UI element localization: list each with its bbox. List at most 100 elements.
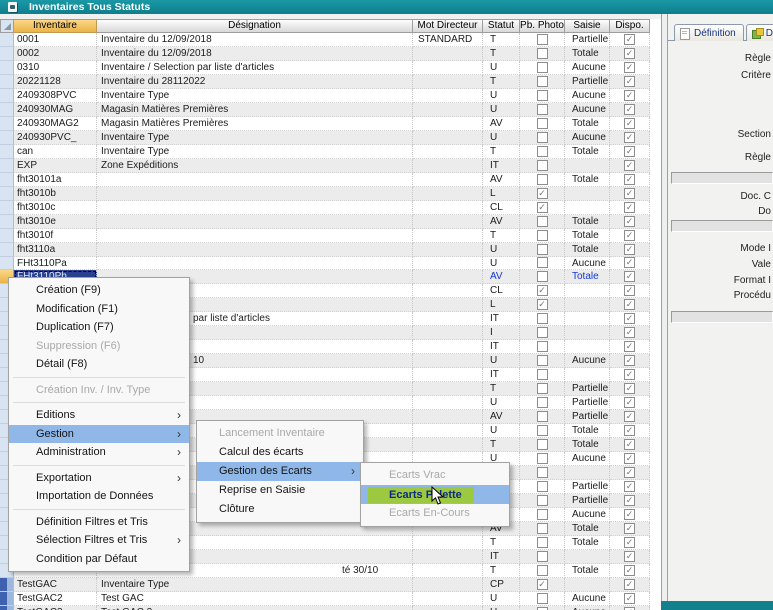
cell-statut[interactable]: T (483, 229, 520, 243)
cell-designation[interactable] (97, 173, 413, 187)
dispo-checkbox[interactable] (624, 537, 635, 548)
cell-designation[interactable]: Inventaire / Selection par liste d'artic… (97, 61, 413, 75)
dispo-checkbox[interactable] (624, 62, 635, 73)
cell-inventaire[interactable]: 20221128 (14, 75, 97, 89)
cell-dispo[interactable] (610, 396, 650, 410)
dispo-checkbox[interactable] (624, 174, 635, 185)
table-row[interactable]: EXPZone ExpéditionsIT (0, 159, 650, 173)
tab-definition[interactable]: Définition (674, 24, 744, 41)
cell-mot-directeur[interactable] (413, 368, 483, 382)
cell-pb-photo[interactable] (520, 522, 565, 536)
cell-statut[interactable]: U (483, 61, 520, 75)
cell-statut[interactable]: U (483, 257, 520, 271)
cell-statut[interactable]: U (483, 131, 520, 145)
dispo-checkbox[interactable] (624, 34, 635, 45)
column-header-mot-directeur[interactable]: Mot Directeur (413, 19, 483, 33)
cell-designation[interactable]: Magasin Matières Premières (97, 117, 413, 131)
cell-saisie[interactable]: Totale (565, 270, 610, 284)
cell-saisie[interactable] (565, 284, 610, 298)
select-all-corner[interactable] (0, 19, 14, 33)
cell-dispo[interactable] (610, 75, 650, 89)
cell-saisie[interactable]: Totale (565, 243, 610, 257)
cell-dispo[interactable] (610, 508, 650, 522)
pb-photo-checkbox[interactable] (537, 481, 548, 492)
row-selector[interactable] (0, 187, 14, 201)
cell-saisie[interactable]: Aucune (565, 89, 610, 103)
cell-pb-photo[interactable] (520, 340, 565, 354)
cell-pb-photo[interactable] (520, 187, 565, 201)
menu-item-modification-f1[interactable]: Modification (F1) (9, 300, 189, 319)
cell-dispo[interactable] (610, 270, 650, 284)
cell-designation[interactable] (97, 187, 413, 201)
row-selector[interactable] (0, 89, 14, 103)
cell-pb-photo[interactable] (520, 173, 565, 187)
cell-dispo[interactable] (610, 284, 650, 298)
cell-pb-photo[interactable] (520, 117, 565, 131)
cell-saisie[interactable]: Partielle (565, 75, 610, 89)
cell-dispo[interactable] (610, 145, 650, 159)
pb-photo-checkbox[interactable] (537, 230, 548, 241)
pb-photo-checkbox[interactable] (537, 76, 548, 87)
row-selector[interactable] (0, 592, 14, 606)
row-selector[interactable] (0, 33, 14, 47)
cell-saisie[interactable]: Partielle (565, 382, 610, 396)
cell-mot-directeur[interactable] (413, 578, 483, 592)
cell-designation[interactable]: Test GAC (97, 592, 413, 606)
cell-dispo[interactable] (610, 187, 650, 201)
cell-dispo[interactable] (610, 578, 650, 592)
menu-item-s-lection-filtres-et-tris[interactable]: Sélection Filtres et Tris› (9, 531, 189, 550)
menu-item-gestion-des-ecarts[interactable]: Gestion des Ecarts› (197, 462, 363, 481)
cell-saisie[interactable]: Aucune (565, 354, 610, 368)
panel-splitter[interactable] (661, 14, 668, 610)
cell-dispo[interactable] (610, 564, 650, 578)
cell-saisie[interactable] (565, 298, 610, 312)
menu-item-d-finition-filtres-et-tris[interactable]: Définition Filtres et Tris (9, 513, 189, 532)
cell-mot-directeur[interactable] (413, 592, 483, 606)
cell-pb-photo[interactable] (520, 33, 565, 47)
menu-item-d-tail-f8[interactable]: Détail (F8) (9, 355, 189, 374)
cell-mot-directeur[interactable] (413, 270, 483, 284)
pb-photo-checkbox[interactable] (537, 299, 548, 310)
dispo-checkbox[interactable] (624, 411, 635, 422)
row-selector[interactable] (0, 215, 14, 229)
cell-statut[interactable]: AV (483, 117, 520, 131)
dispo-checkbox[interactable] (624, 271, 635, 282)
cell-inventaire[interactable]: fht3010f (14, 229, 97, 243)
cell-statut[interactable]: U (483, 424, 520, 438)
cell-pb-photo[interactable] (520, 536, 565, 550)
pb-photo-checkbox[interactable] (537, 146, 548, 157)
cell-pb-photo[interactable] (520, 466, 565, 480)
cell-dispo[interactable] (610, 229, 650, 243)
cell-saisie[interactable]: Aucune (565, 257, 610, 271)
cell-dispo[interactable] (610, 243, 650, 257)
cell-designation[interactable]: Inventaire Type (97, 89, 413, 103)
cell-pb-photo[interactable] (520, 508, 565, 522)
menu-item-editions[interactable]: Editions› (9, 406, 189, 425)
dispo-checkbox[interactable] (624, 104, 635, 115)
dispo-checkbox[interactable] (624, 244, 635, 255)
column-header-designation[interactable]: Désignation (97, 19, 413, 33)
menu-item-gestion[interactable]: Gestion› (9, 425, 189, 444)
menu-item-calcul-des-carts[interactable]: Calcul des écarts (197, 443, 363, 462)
cell-saisie[interactable]: Totale (565, 145, 610, 159)
cell-saisie[interactable]: Totale (565, 522, 610, 536)
cell-pb-photo[interactable] (520, 410, 565, 424)
cell-dispo[interactable] (610, 117, 650, 131)
table-row[interactable]: TestGACInventaire TypeCP (0, 578, 650, 592)
cell-statut[interactable]: IT (483, 312, 520, 326)
table-row[interactable]: 2409308PVCInventaire TypeUAucune (0, 89, 650, 103)
dispo-checkbox[interactable] (624, 467, 635, 478)
cell-dispo[interactable] (610, 340, 650, 354)
pb-photo-checkbox[interactable] (537, 313, 548, 324)
row-selector[interactable] (0, 47, 14, 61)
cell-dispo[interactable] (610, 354, 650, 368)
menu-item-exportation[interactable]: Exportation› (9, 469, 189, 488)
cell-designation[interactable]: Inventaire du 12/09/2018 (97, 47, 413, 61)
cell-saisie[interactable]: Aucune (565, 592, 610, 606)
cell-statut[interactable]: U (483, 592, 520, 606)
menu-item-duplication-f7[interactable]: Duplication (F7) (9, 318, 189, 337)
cell-dispo[interactable] (610, 368, 650, 382)
table-row[interactable]: fht3010cCL (0, 201, 650, 215)
cell-mot-directeur[interactable] (413, 201, 483, 215)
tab-second[interactable]: D (746, 24, 773, 41)
